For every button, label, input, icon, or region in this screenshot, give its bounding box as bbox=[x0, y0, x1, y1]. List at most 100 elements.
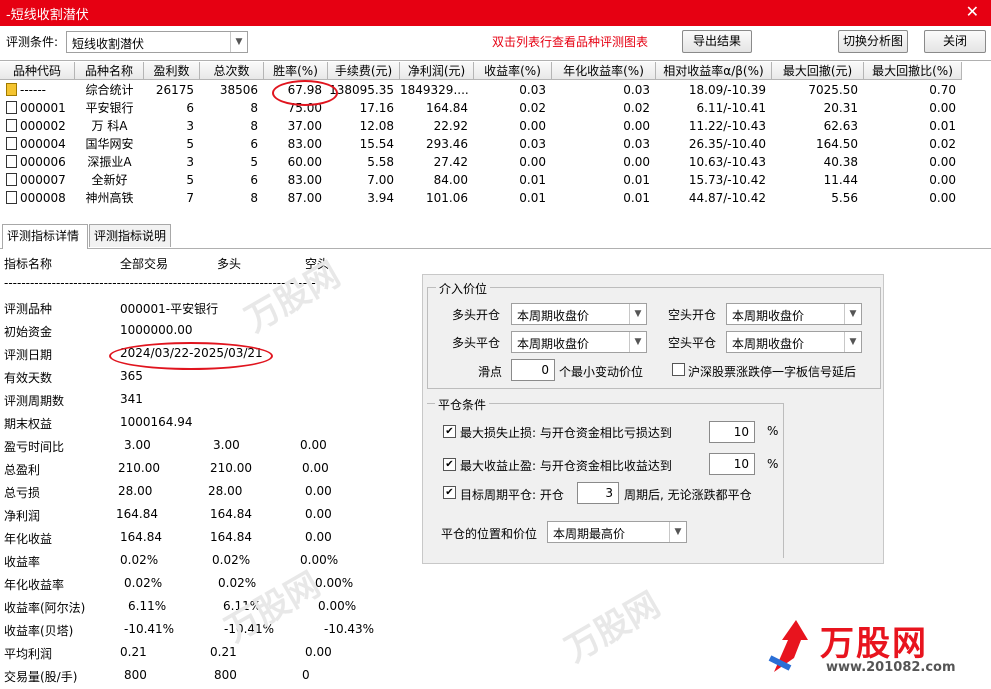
table-row[interactable]: 000006 深振业A 3 5 60.00 5.58 27.42 0.00 0.00 10.63/… bbox=[0, 153, 980, 171]
column-header[interactable]: 胜率(%) bbox=[264, 62, 328, 80]
period-unit: 周期后, 无论涨跌都平仓 bbox=[624, 488, 752, 502]
column-header[interactable]: 品种代码 bbox=[0, 62, 75, 80]
position-label: 平仓的位置和价位 bbox=[441, 527, 538, 541]
cell-annual: 0.03 bbox=[623, 137, 650, 151]
table-row[interactable]: 000007 全新好 5 6 83.00 7.00 84.00 0.01 0.01 15.73/-… bbox=[0, 171, 980, 189]
metric-label: 收益率 bbox=[4, 555, 41, 569]
column-header[interactable]: 收益率(%) bbox=[474, 62, 552, 80]
column-header[interactable]: 品种名称 bbox=[75, 62, 144, 80]
metric-all: 800 bbox=[124, 668, 147, 682]
document-icon bbox=[6, 173, 17, 186]
info-label: 评测品种 bbox=[4, 302, 53, 316]
title-bar: -短线收割潜伏 ✕ bbox=[0, 0, 991, 26]
stoploss-unit: % bbox=[767, 424, 779, 438]
cell-total: 8 bbox=[250, 191, 258, 205]
position-select[interactable]: 本周期最高价 ▼ bbox=[547, 521, 687, 543]
column-header[interactable]: 最大回撤比(%) bbox=[864, 62, 962, 80]
winrate-annotation-ellipse bbox=[272, 80, 338, 106]
metric-label: 总亏损 bbox=[4, 486, 41, 500]
metric-short: 0.00% bbox=[300, 553, 339, 567]
table-row[interactable]: ------ 综合统计 26175 38506 67.98 138095.35 184932… bbox=[0, 81, 980, 99]
takeprofit-checkbox[interactable]: ✔ bbox=[443, 458, 456, 471]
column-header[interactable]: 净利润(元) bbox=[400, 62, 474, 80]
column-header[interactable]: 最大回撤(元) bbox=[772, 62, 864, 80]
close-icon[interactable]: ✕ bbox=[966, 2, 979, 21]
long-close-select[interactable]: 本周期收盘价 ▼ bbox=[511, 331, 647, 353]
metric-short: 0.00 bbox=[305, 530, 332, 544]
column-header[interactable]: 年化收益率(%) bbox=[552, 62, 656, 80]
cell-annual: 0.00 bbox=[623, 119, 650, 133]
table-row[interactable]: 000004 国华网安 5 6 83.00 15.54 293.46 0.03 0.03 26.3… bbox=[0, 135, 980, 153]
metric-short: 0 bbox=[302, 668, 310, 682]
cell-profit: 22.92 bbox=[433, 119, 468, 133]
cell-ret: 0.02 bbox=[519, 101, 546, 115]
cell-win: 3 bbox=[186, 119, 194, 133]
takeprofit-input[interactable]: 10 bbox=[709, 453, 755, 475]
cell-profit: 27.42 bbox=[433, 155, 468, 169]
period-checkbox[interactable]: ✔ bbox=[443, 486, 456, 499]
cell-dd: 7025.50 bbox=[808, 83, 858, 97]
info-label: 期末权益 bbox=[4, 417, 53, 431]
export-button[interactable]: 导出结果 bbox=[682, 30, 752, 53]
metric-all: -10.41% bbox=[124, 622, 175, 636]
cell-rate: 83.00 bbox=[287, 173, 322, 187]
stoploss-checkbox[interactable]: ✔ bbox=[443, 425, 456, 438]
cell-code: 000008 bbox=[20, 191, 66, 205]
stoploss-input[interactable]: 10 bbox=[709, 421, 755, 443]
cell-dd: 20.31 bbox=[823, 101, 858, 115]
column-header[interactable]: 总次数 bbox=[200, 62, 264, 80]
long-open-select[interactable]: 本周期收盘价 ▼ bbox=[511, 303, 647, 325]
cell-ddr: 0.00 bbox=[929, 155, 956, 169]
switch-chart-button[interactable]: 切换分析图 bbox=[838, 30, 908, 53]
delay-label: 沪深股票涨跌停一字板信号延后 bbox=[688, 365, 857, 379]
detail-header-all: 全部交易 bbox=[120, 257, 169, 271]
cell-alpha: 44.87/-10.42 bbox=[688, 191, 766, 205]
metric-all: 210.00 bbox=[118, 461, 160, 475]
metric-all: 6.11% bbox=[128, 599, 167, 613]
summary-folder-icon bbox=[6, 83, 17, 96]
arrow-logo-icon bbox=[768, 620, 808, 672]
table-row[interactable]: 000001 平安银行 6 8 75.00 17.16 164.84 0.02 0.02 6.11… bbox=[0, 99, 980, 117]
cell-total: 6 bbox=[250, 173, 258, 187]
info-label: 评测周期数 bbox=[4, 394, 65, 408]
exit-group: 平仓条件 ✔ 最大损失止损: 与开仓资金相比亏损达到 10 % ✔ 最大收益止盈… bbox=[427, 396, 784, 558]
entry-group: 介入价位 多头开仓 本周期收盘价 ▼ 空头开仓 本周期收盘价 ▼ 多头平仓 本周… bbox=[427, 280, 881, 389]
close-button[interactable]: 关闭 bbox=[924, 30, 986, 53]
info-value: 365 bbox=[120, 369, 143, 383]
cell-fee: 138095.35 bbox=[329, 83, 394, 97]
cell-ret: 0.03 bbox=[519, 137, 546, 151]
table-row[interactable]: 000008 神州高铁 7 8 87.00 3.94 101.06 0.01 0.01 44.87… bbox=[0, 189, 980, 207]
cell-name: 深振业A bbox=[87, 155, 132, 169]
cell-fee: 17.16 bbox=[359, 101, 394, 115]
column-header[interactable]: 盈利数 bbox=[144, 62, 200, 80]
condition-value: 短线收割潜伏 bbox=[72, 37, 145, 51]
chevron-down-icon: ▼ bbox=[844, 304, 861, 324]
metric-label: 收益率(贝塔) bbox=[4, 624, 74, 638]
document-icon bbox=[6, 191, 17, 204]
slip-input[interactable]: 0 bbox=[511, 359, 555, 381]
cell-total: 38506 bbox=[219, 83, 258, 97]
cell-code: 000004 bbox=[20, 137, 66, 151]
result-grid[interactable]: 品种代码 品种名称 盈利数 总次数 胜率(%) 手续费(元) 净利润(元) 收益率(%) 年化收… bbox=[0, 60, 991, 215]
delay-checkbox[interactable] bbox=[672, 363, 685, 376]
period-input[interactable]: 3 bbox=[577, 482, 619, 504]
metric-label: 平均利润 bbox=[4, 647, 53, 661]
cell-fee: 15.54 bbox=[359, 137, 394, 151]
tab-detail[interactable]: 评测指标详情 bbox=[2, 224, 88, 249]
brand-url: www.201082.com bbox=[826, 660, 956, 675]
tab-description[interactable]: 评测指标说明 bbox=[89, 224, 171, 247]
cell-code-wrap: 000006 bbox=[0, 153, 75, 171]
metric-all: 164.84 bbox=[120, 530, 162, 544]
cell-code: 000006 bbox=[20, 155, 66, 169]
cell-fee: 7.00 bbox=[367, 173, 394, 187]
cell-code: 000007 bbox=[20, 173, 66, 187]
table-row[interactable]: 000002 万 科A 3 8 37.00 12.08 22.92 0.00 0.00 11.22… bbox=[0, 117, 980, 135]
column-header[interactable]: 手续费(元) bbox=[328, 62, 400, 80]
info-value: 341 bbox=[120, 392, 143, 406]
condition-select[interactable]: 短线收割潜伏 ▼ bbox=[66, 31, 248, 53]
short-open-select[interactable]: 本周期收盘价 ▼ bbox=[726, 303, 862, 325]
short-close-select[interactable]: 本周期收盘价 ▼ bbox=[726, 331, 862, 353]
metric-long: 3.00 bbox=[213, 438, 240, 452]
cell-total: 5 bbox=[250, 155, 258, 169]
column-header[interactable]: 相对收益率α/β(%) bbox=[656, 62, 772, 80]
